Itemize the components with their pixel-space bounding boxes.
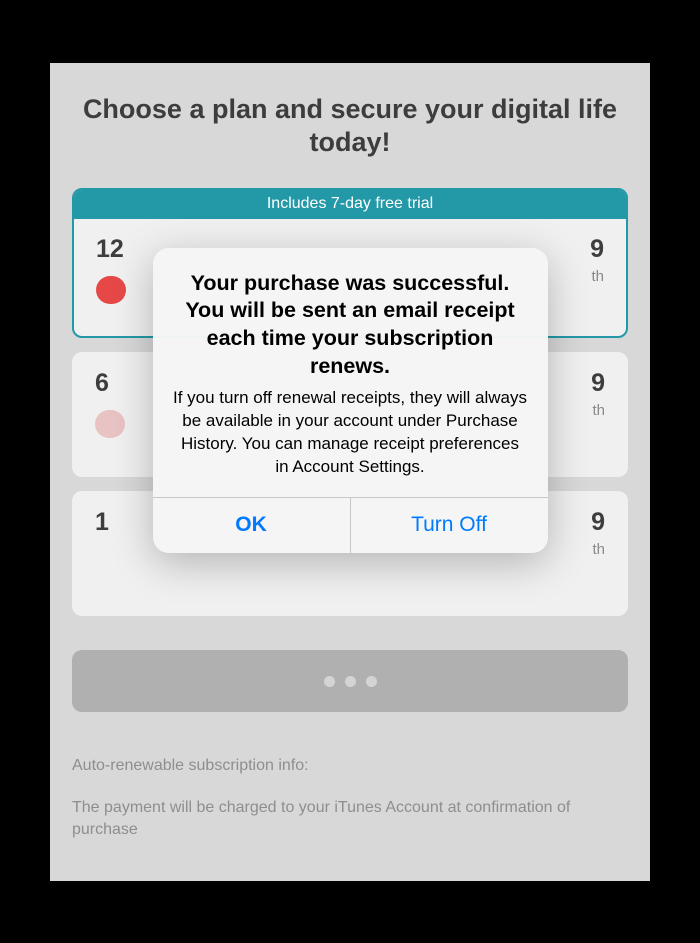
subscription-plan-screen: Choose a plan and secure your digital li…	[50, 63, 650, 881]
alert-button-row: OK Turn Off	[153, 497, 548, 553]
alert-backdrop: Your purchase was successful. You will b…	[50, 63, 650, 881]
turn-off-button[interactable]: Turn Off	[351, 498, 548, 553]
alert-message: If you turn off renewal receipts, they w…	[173, 387, 528, 479]
ok-button[interactable]: OK	[153, 498, 351, 553]
purchase-success-alert: Your purchase was successful. You will b…	[153, 248, 548, 554]
alert-title: Your purchase was successful. You will b…	[173, 270, 528, 382]
